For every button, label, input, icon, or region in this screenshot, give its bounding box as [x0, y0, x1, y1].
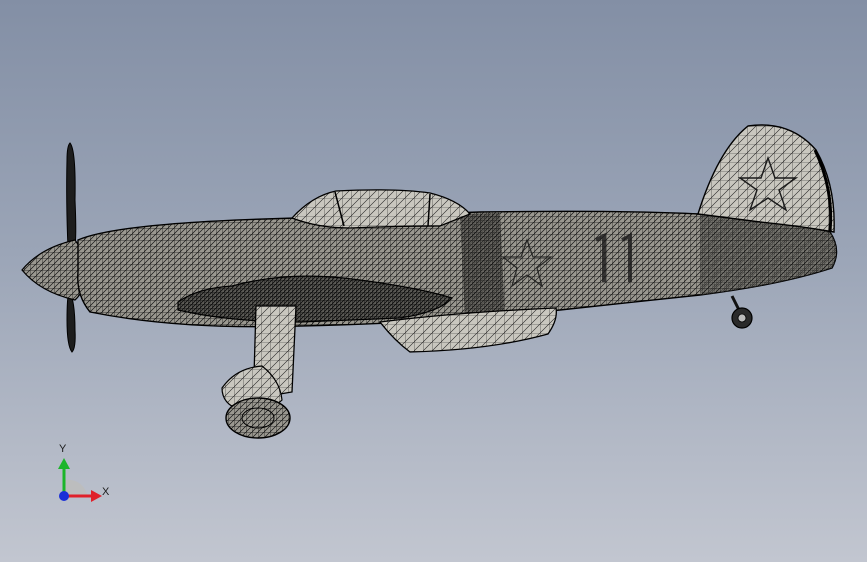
- graphics-viewport[interactable]: Y X: [0, 0, 867, 562]
- y-axis-label: Y: [59, 443, 67, 455]
- tail-fin[interactable]: [697, 124, 835, 233]
- fuselage-band: [460, 213, 505, 321]
- x-axis-label: X: [102, 486, 110, 498]
- z-axis-dot: [59, 491, 69, 501]
- propeller-spinner[interactable]: [21, 239, 87, 301]
- coordinate-triad: Y X: [48, 438, 120, 508]
- aircraft-model[interactable]: [0, 0, 867, 562]
- main-wheel[interactable]: [225, 397, 291, 439]
- tail-wheel[interactable]: [730, 295, 753, 329]
- canopy[interactable]: [290, 189, 472, 229]
